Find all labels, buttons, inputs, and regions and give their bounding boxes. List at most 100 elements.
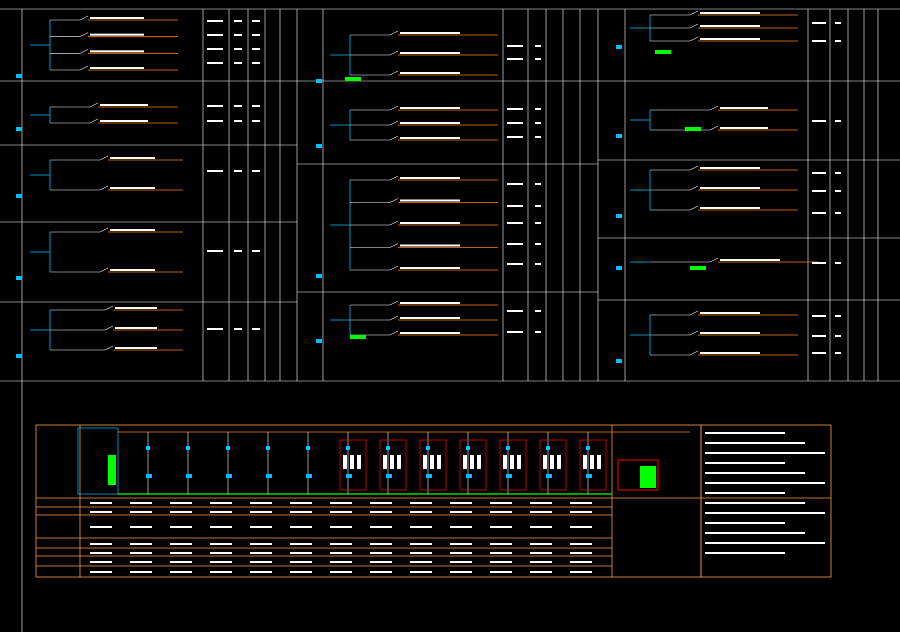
value-text	[252, 170, 260, 172]
ct-icon	[146, 474, 152, 478]
breaker-contact	[389, 220, 399, 226]
circuit-id-text	[812, 22, 826, 24]
table-cell-text	[290, 561, 312, 563]
ct-icon	[506, 474, 512, 478]
circuit-id-text	[207, 170, 223, 172]
table-cell-text	[330, 543, 352, 545]
table-cell-text	[90, 511, 112, 513]
circuit-id-text	[812, 190, 826, 192]
circuit-id-text	[207, 62, 223, 64]
circuit-id-text	[812, 212, 826, 214]
table-cell-text	[90, 526, 112, 528]
feeder-label-block	[400, 244, 460, 247]
circuit-id-text	[812, 262, 826, 264]
value-text	[535, 45, 541, 47]
circuit-id-text	[812, 352, 826, 354]
capacitor-unit	[390, 455, 394, 469]
note-line	[705, 512, 825, 514]
breaker-icon	[266, 446, 270, 450]
meter-icon	[316, 339, 322, 343]
breaker-contact	[709, 125, 719, 131]
meter-icon	[316, 79, 322, 83]
table-cell-text	[210, 552, 232, 554]
meter-icon	[616, 359, 622, 363]
capacitor-unit	[437, 455, 441, 469]
breaker-contact	[389, 175, 399, 181]
circuit-id-text	[507, 205, 523, 207]
table-cell-text	[570, 561, 592, 563]
value-text	[234, 62, 242, 64]
note-line	[705, 522, 785, 524]
table-cell-text	[490, 526, 512, 528]
table-cell-text	[290, 552, 312, 554]
table-cell-text	[530, 543, 552, 545]
ct-icon	[186, 474, 192, 478]
table-cell-text	[530, 511, 552, 513]
breaker-contact	[89, 118, 99, 124]
table-cell-text	[130, 502, 152, 504]
table-cell-text	[290, 511, 312, 513]
ct-icon	[346, 474, 352, 478]
table-cell-text	[490, 561, 512, 563]
table-cell-text	[90, 571, 112, 573]
table-cell-text	[250, 511, 272, 513]
meter-icon	[16, 127, 22, 131]
value-text	[234, 105, 242, 107]
lower-schematic	[77, 427, 825, 573]
value-text	[252, 20, 260, 22]
meter-icon	[616, 266, 622, 270]
breaker-contact	[99, 185, 109, 191]
circuit-id-text	[812, 315, 826, 317]
meter-icon	[16, 194, 22, 198]
table-cell-text	[90, 552, 112, 554]
note-line	[705, 482, 825, 484]
meter-icon	[616, 134, 622, 138]
value-text	[535, 331, 541, 333]
circuit-id-text	[207, 250, 223, 252]
value-text	[535, 205, 541, 207]
table-cell-text	[290, 543, 312, 545]
ct-icon	[586, 474, 592, 478]
breaker-contact	[389, 105, 399, 111]
table-cell-text	[170, 543, 192, 545]
table-cell-text	[450, 561, 472, 563]
highlight-marker	[345, 77, 361, 81]
capacitor-unit	[423, 455, 427, 469]
value-text	[535, 58, 541, 60]
table-cell-text	[90, 543, 112, 545]
breaker-icon	[226, 446, 230, 450]
value-text	[252, 105, 260, 107]
breaker-contact	[89, 102, 99, 108]
capacitor-unit	[357, 455, 361, 469]
table-cell-text	[130, 511, 152, 513]
feeder-label-block	[400, 122, 460, 124]
breaker-contact	[689, 23, 699, 29]
table-cell-text	[570, 543, 592, 545]
table-cell-text	[530, 561, 552, 563]
breaker-contact	[709, 105, 719, 111]
feeder-label-block	[720, 127, 768, 129]
capacitor-unit	[517, 455, 521, 469]
table-cell-text	[170, 561, 192, 563]
value-text	[535, 263, 541, 265]
feeder-label-block	[100, 104, 148, 106]
note-line	[705, 542, 825, 544]
breaker-contact	[689, 165, 699, 171]
capacitor-unit	[463, 455, 467, 469]
feeder-label-block	[700, 187, 760, 189]
breaker-contact	[389, 70, 399, 76]
capacitor-unit	[583, 455, 587, 469]
breaker-contact	[389, 135, 399, 141]
circuit-id-text	[507, 108, 523, 110]
feeder-label-block	[115, 347, 157, 349]
value-text	[535, 136, 541, 138]
breaker-icon	[426, 446, 430, 450]
breaker-contact	[79, 15, 89, 21]
breaker-contact	[389, 265, 399, 271]
ct-icon	[426, 474, 432, 478]
table-cell-text	[450, 571, 472, 573]
note-line	[705, 462, 785, 464]
circuit-id-text	[507, 310, 523, 312]
feeder-label-block	[90, 67, 144, 69]
circuit-id-text	[507, 243, 523, 245]
